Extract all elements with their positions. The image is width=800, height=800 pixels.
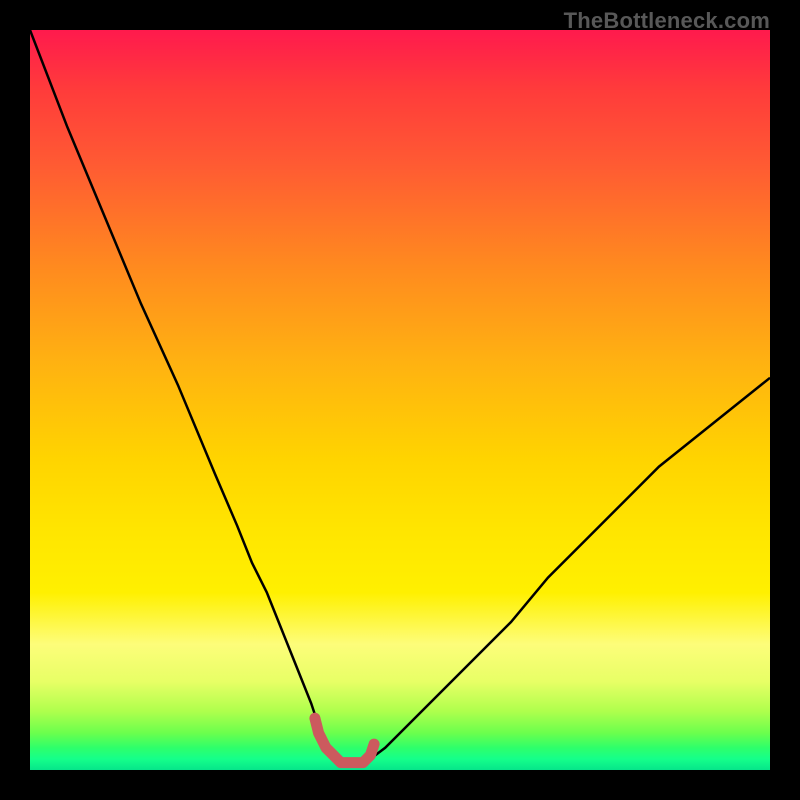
chart-frame: TheBottleneck.com — [0, 0, 800, 800]
optimal-range-highlight-path — [315, 718, 374, 762]
chart-plot-area — [30, 30, 770, 770]
attribution-label: TheBottleneck.com — [564, 8, 770, 34]
bottleneck-curve-svg — [30, 30, 770, 770]
bottleneck-curve-path — [30, 30, 770, 763]
